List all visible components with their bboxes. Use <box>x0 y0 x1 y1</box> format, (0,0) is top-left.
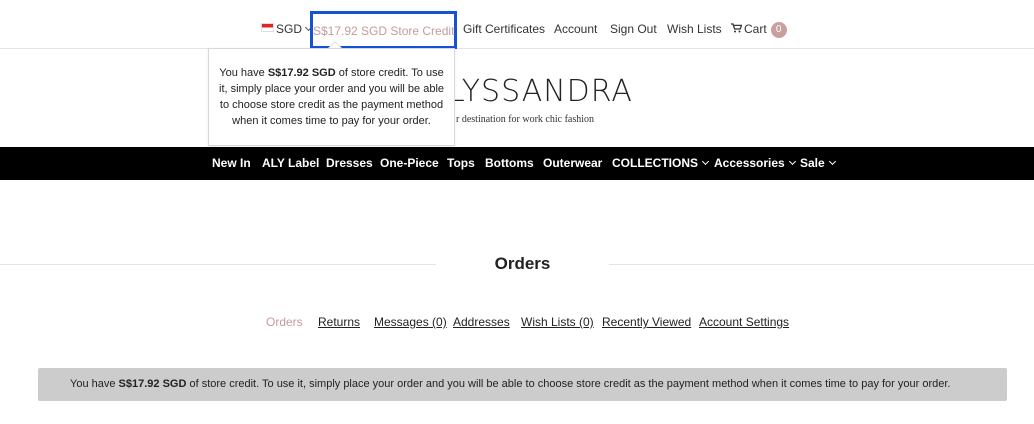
nav-item-label: One-Piece <box>380 156 439 170</box>
top-utility-bar: SGD S$17.92 SGD Store Credit Gift Certif… <box>0 0 1034 49</box>
tab-addresses[interactable]: Addresses <box>453 315 510 329</box>
chevron-down-icon <box>828 157 836 166</box>
sign-out-link[interactable]: Sign Out <box>610 0 657 48</box>
nav-item-label: Sale <box>800 156 825 170</box>
cart-count-badge: 0 <box>770 22 787 38</box>
account-link[interactable]: Account <box>554 0 597 48</box>
nav-item-new-in[interactable]: New In <box>212 147 251 180</box>
cart-icon <box>731 1 743 59</box>
tab-recently-viewed[interactable]: Recently Viewed <box>602 315 691 329</box>
currency-selector[interactable]: SGD <box>261 0 313 48</box>
nav-item-label: Accessories <box>714 156 785 170</box>
nav-item-collections[interactable]: COLLECTIONS <box>612 147 710 180</box>
popover-text-prefix: You have <box>219 67 268 79</box>
tab-orders[interactable]: Orders <box>266 315 303 329</box>
alert-credit-amount: S$17.92 SGD <box>118 378 187 390</box>
nav-item-label: New In <box>212 156 251 170</box>
title-divider-left <box>0 264 436 265</box>
gift-certificates-link[interactable]: Gift Certificates <box>463 0 545 48</box>
nav-item-label: Tops <box>447 156 475 170</box>
cart-link[interactable]: Cart 0 <box>731 0 787 48</box>
singapore-flag-icon <box>261 23 274 32</box>
nav-item-label: ALY Label <box>262 156 320 170</box>
nav-item-one-piece[interactable]: One-Piece <box>380 147 439 180</box>
page-title: Orders <box>494 254 551 273</box>
tab-messages[interactable]: Messages (0) <box>374 315 447 329</box>
nav-item-label: Bottoms <box>485 156 534 170</box>
store-tagline: r destination for work chic fashion <box>456 114 595 125</box>
currency-label: SGD <box>276 22 303 36</box>
alert-text-suffix: of store credit. To use it, simply place… <box>186 378 951 390</box>
nav-item-label: Outerwear <box>543 156 603 170</box>
nav-item-bottoms[interactable]: Bottoms <box>485 147 534 180</box>
chevron-down-icon <box>788 157 796 166</box>
popover-credit-amount: S$17.92 SGD <box>267 67 336 79</box>
nav-item-label: COLLECTIONS <box>612 156 698 170</box>
nav-item-accessories[interactable]: Accessories <box>714 147 796 180</box>
nav-item-label: Dresses <box>326 156 373 170</box>
alert-text-prefix: You have <box>70 378 119 390</box>
chevron-down-icon <box>701 157 710 166</box>
tab-returns[interactable]: Returns <box>318 315 360 329</box>
nav-item-dresses[interactable]: Dresses <box>326 147 373 180</box>
tab-account-settings[interactable]: Account Settings <box>699 315 789 329</box>
main-navigation: New In ALY Label Dresses One-Piece Tops … <box>0 147 1034 180</box>
store-credit-alert: You have S$17.92 SGD of store credit. To… <box>38 368 1007 401</box>
nav-item-tops[interactable]: Tops <box>447 147 475 180</box>
title-divider-right <box>609 264 1034 265</box>
store-logo[interactable]: LYSSANDRA <box>448 74 633 109</box>
wish-lists-link[interactable]: Wish Lists <box>667 0 722 48</box>
nav-item-aly-label[interactable]: ALY Label <box>262 147 319 180</box>
tab-wish-lists[interactable]: Wish Lists (0) <box>521 315 594 329</box>
nav-item-outerwear[interactable]: Outerwear <box>543 147 602 180</box>
store-credit-popover: You have S$17.92 SGD of store credit. To… <box>208 48 455 146</box>
nav-item-sale[interactable]: Sale <box>800 147 836 180</box>
cart-label: Cart <box>744 22 767 36</box>
